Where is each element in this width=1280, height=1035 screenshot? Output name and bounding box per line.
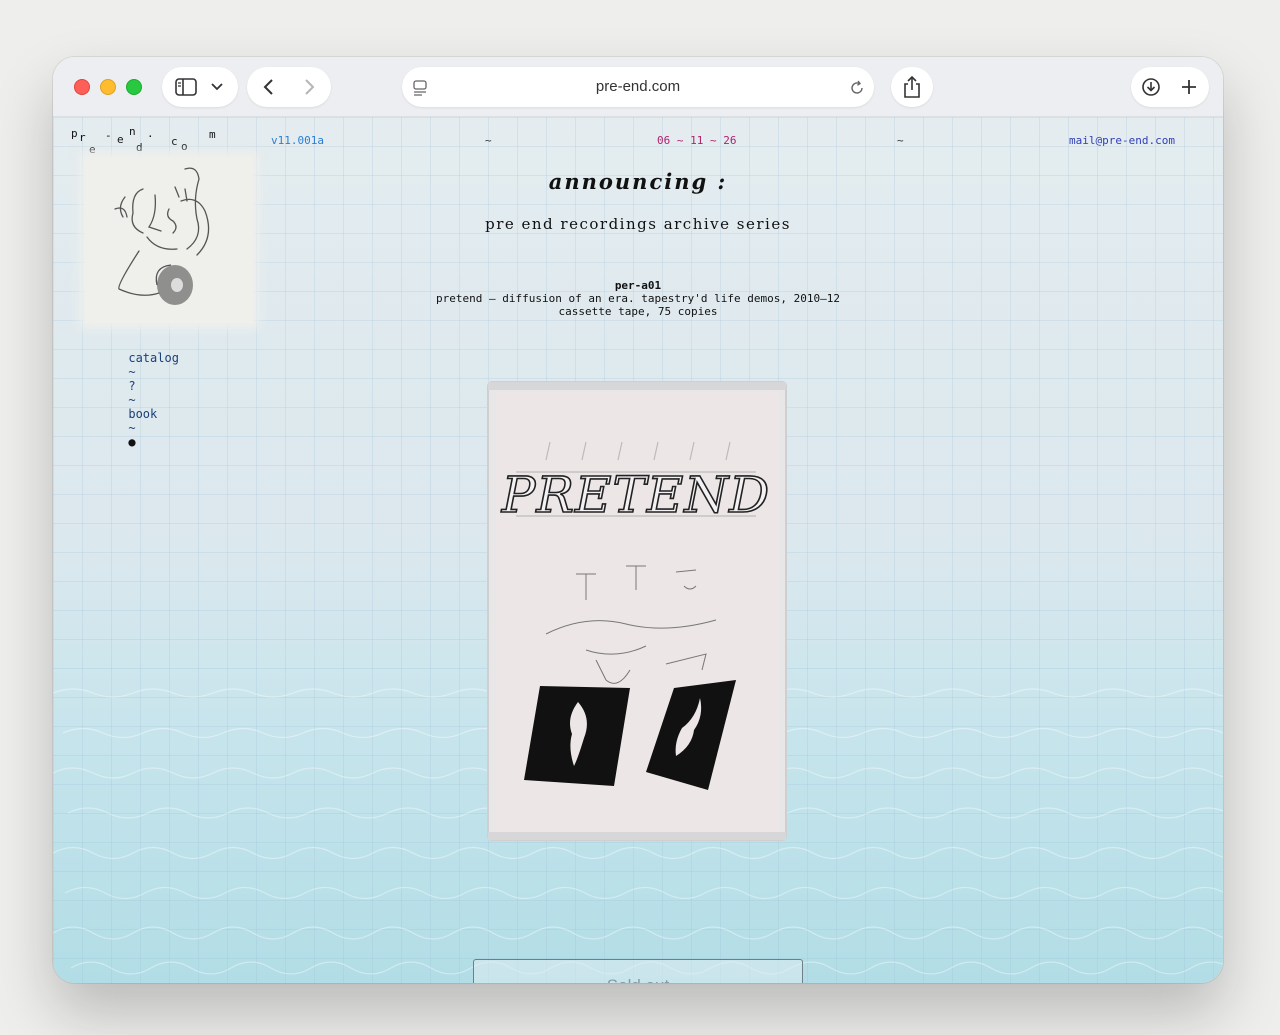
date-label: 06 ~ 11 ~ 26 — [657, 134, 737, 147]
logo-letter: o — [181, 140, 188, 153]
logo-letter: e — [89, 143, 96, 156]
site-logo[interactable]: p r e - e n d . c o m — [71, 125, 221, 157]
catalog-link[interactable]: catalog — [128, 351, 179, 365]
menu-separator: ~ — [128, 393, 136, 407]
menu-separator: ~ — [128, 365, 136, 379]
dot-link[interactable]: ● — [128, 435, 135, 449]
release-info: per-a01 pretend – diffusion of an era. t… — [53, 279, 1223, 318]
back-icon[interactable] — [261, 77, 277, 97]
logo-letter: r — [79, 131, 86, 144]
url-text: pre-end.com — [595, 78, 681, 95]
download-icon[interactable] — [1141, 77, 1161, 97]
release-code: per-a01 — [614, 279, 662, 292]
site-menu: catalog ~ ? ~ book ~ ● — [85, 337, 179, 463]
right-toolbar-group — [1131, 67, 1209, 107]
chevron-down-icon[interactable] — [210, 81, 224, 93]
header-separator: ~ — [897, 134, 904, 147]
menu-separator: ~ — [128, 421, 136, 435]
minimize-window-button[interactable] — [100, 79, 116, 95]
header-separator: ~ — [485, 134, 492, 147]
page-content: p r e - e n d . c o m catalog ~ ? ~ book… — [53, 117, 1223, 983]
page-title: announcing : — [548, 169, 728, 194]
book-link[interactable]: book — [128, 407, 157, 421]
browser-toolbar: pre-end.com — [53, 57, 1223, 117]
question-link[interactable]: ? — [128, 379, 135, 393]
browser-window: pre-end.com p r e - e n d . c o m catalo… — [53, 57, 1223, 983]
close-window-button[interactable] — [74, 79, 90, 95]
sold-out-button[interactable]: Sold out — [473, 959, 803, 983]
plus-icon[interactable] — [1179, 77, 1199, 97]
cassette-cover-text: PRETEND — [501, 466, 770, 524]
cassette-cover-image: PRETEND — [487, 381, 787, 841]
navigation-group — [247, 67, 331, 107]
logo-letter: c — [171, 135, 178, 148]
sidebar-toggle-group — [162, 67, 238, 107]
logo-letter: . — [147, 127, 154, 140]
zoom-window-button[interactable] — [126, 79, 142, 95]
version-label: v11.001a — [271, 134, 324, 147]
logo-letter: p — [71, 127, 78, 140]
logo-letter: d — [136, 141, 143, 154]
share-icon[interactable] — [902, 75, 922, 99]
logo-letter: - — [105, 129, 112, 142]
reload-icon[interactable] — [848, 79, 866, 97]
release-title: pretend – diffusion of an era. tapestry'… — [436, 292, 840, 305]
logo-letter: n — [129, 125, 136, 138]
release-format: cassette tape, 75 copies — [558, 305, 718, 318]
email-link[interactable]: mail@pre-end.com — [1069, 134, 1175, 147]
sidebar-icon[interactable] — [174, 77, 198, 97]
share-button[interactable] — [891, 67, 933, 107]
series-title: pre end recordings archive series — [485, 215, 791, 233]
logo-letter: m — [209, 128, 216, 141]
logo-letter: e — [117, 133, 124, 146]
address-bar[interactable]: pre-end.com — [402, 67, 874, 107]
forward-icon[interactable] — [301, 77, 317, 97]
